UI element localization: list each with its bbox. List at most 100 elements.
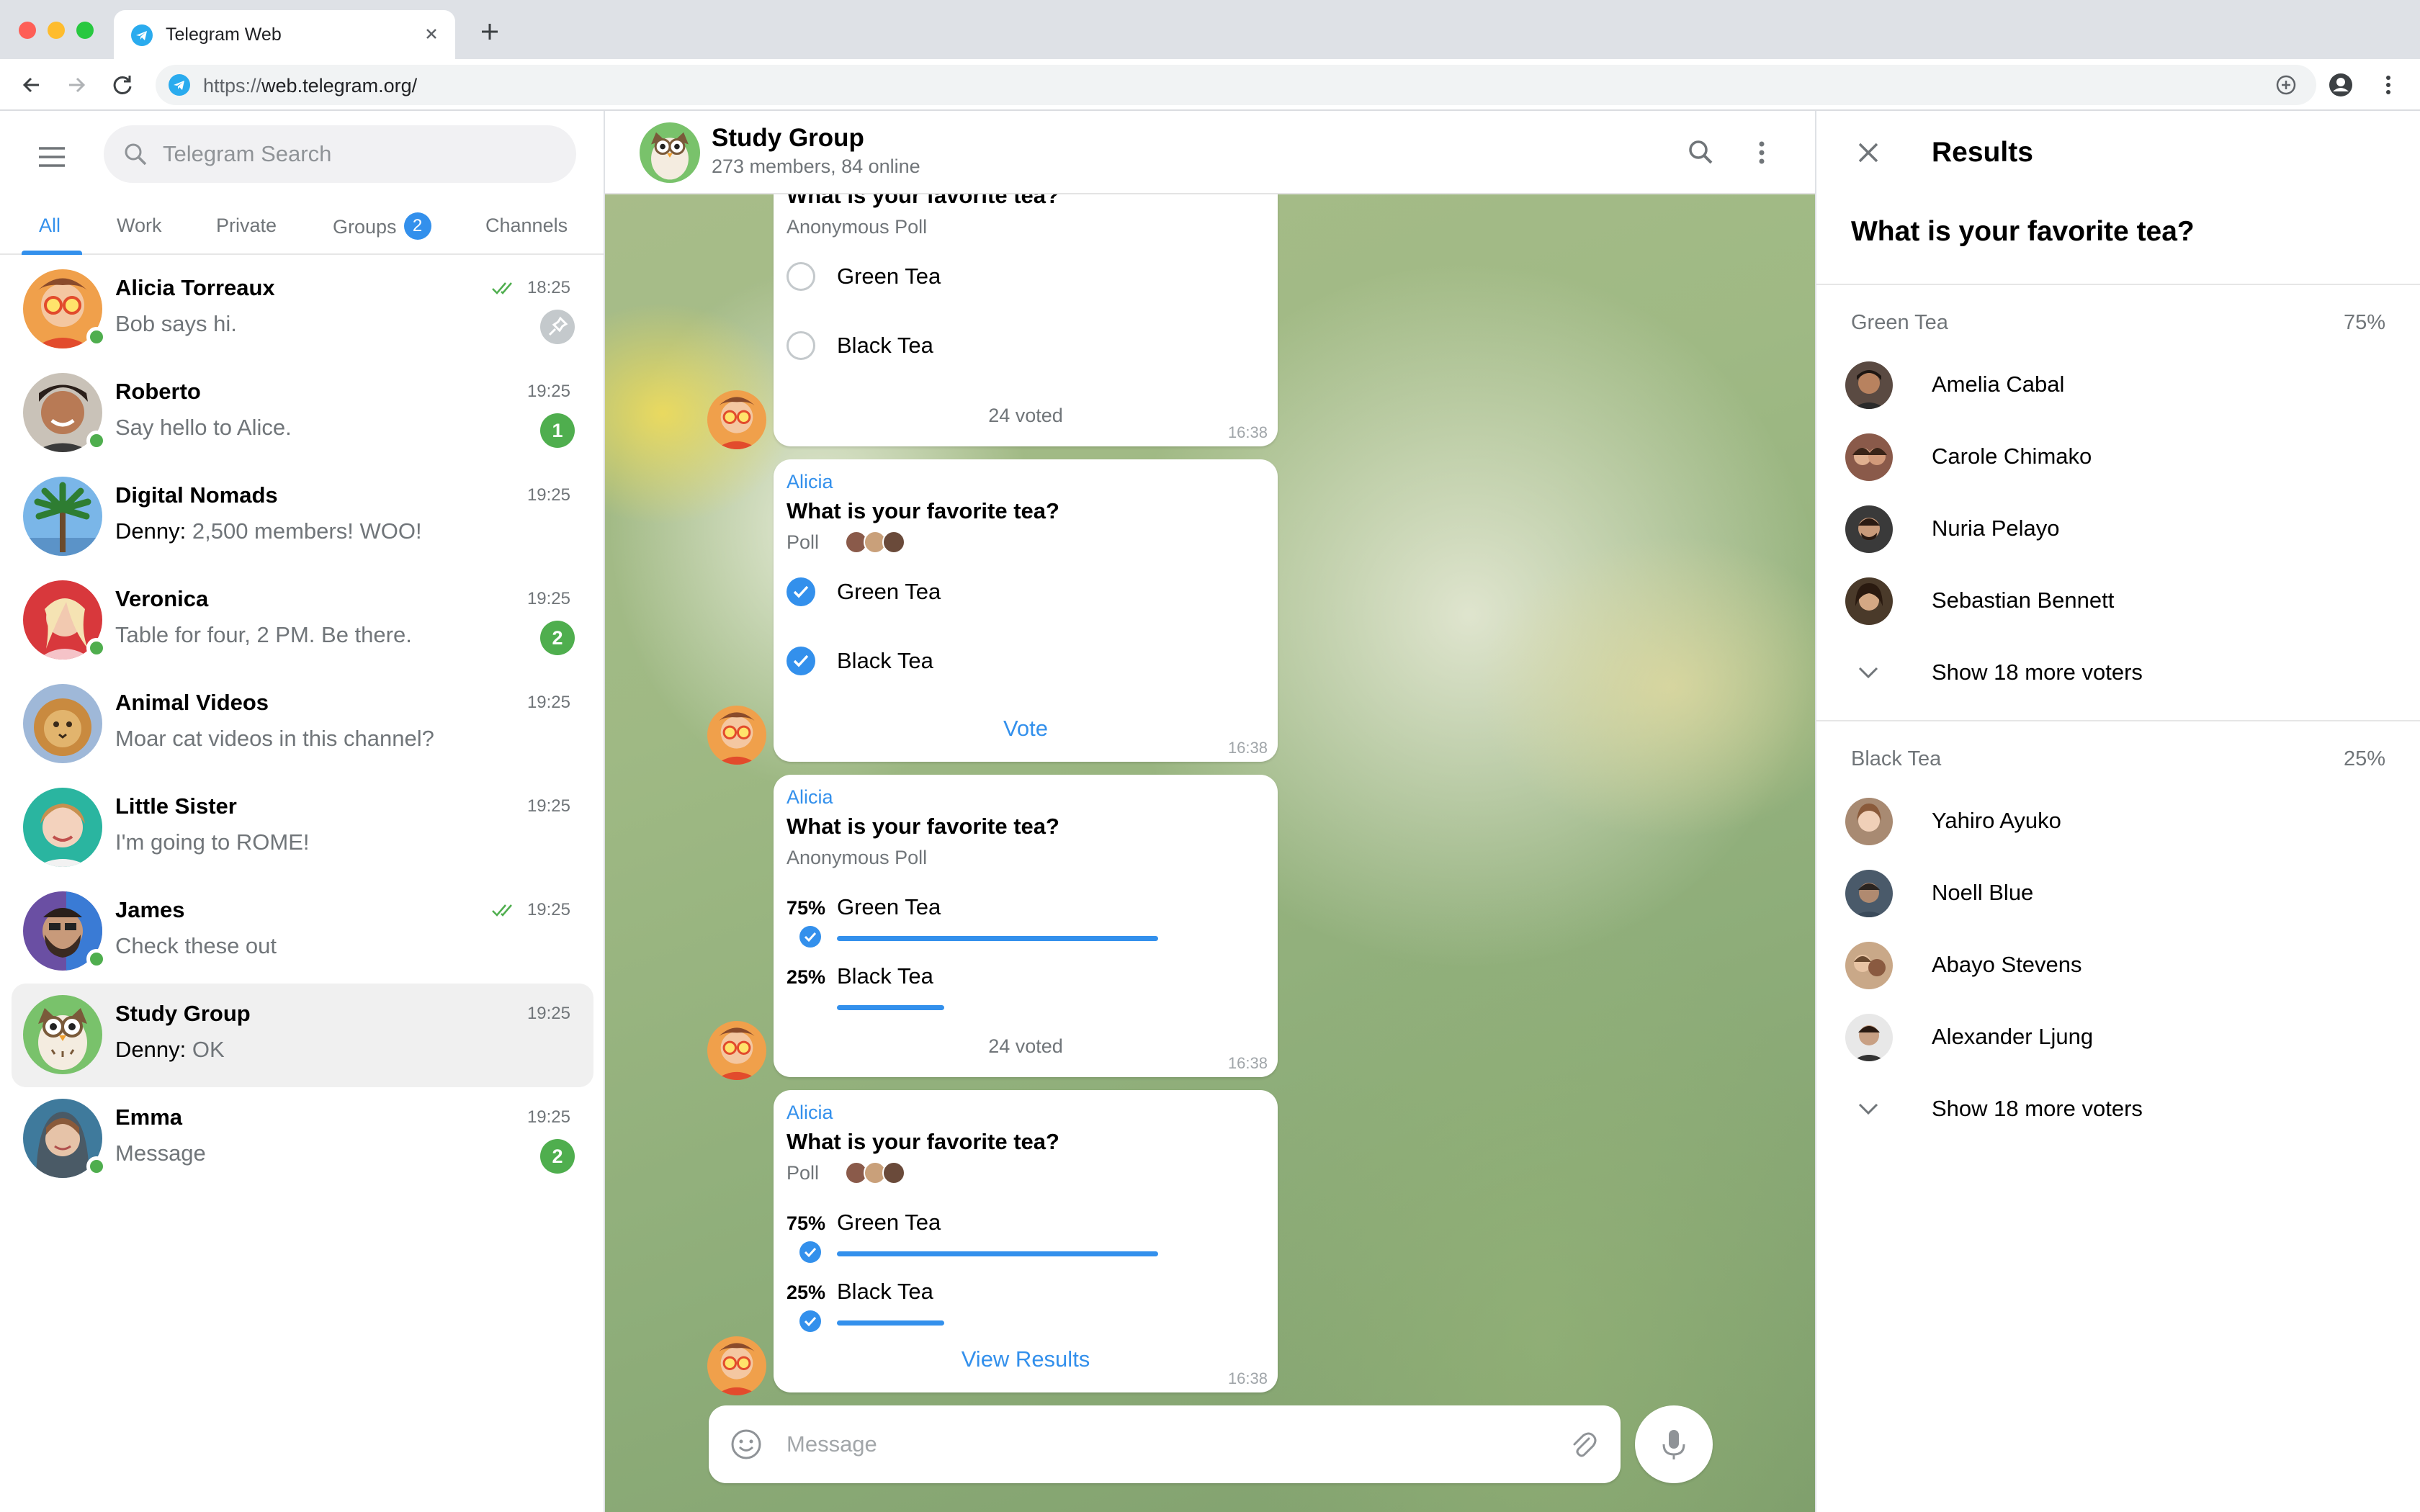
close-icon[interactable] [1851,135,1886,170]
browser-tab[interactable]: Telegram Web [114,10,455,59]
voter-avatar[interactable] [1845,361,1893,409]
search-box[interactable] [104,125,576,183]
chat-title: Study Group [712,124,864,152]
poll-option-radio[interactable] [786,262,815,291]
voice-record-button[interactable] [1635,1405,1713,1483]
search-icon [121,140,150,168]
chat-time: 19:25 [526,900,570,919]
back-arrow-icon[interactable] [17,71,46,99]
chat-last-message: Check these out [115,933,277,958]
site-favicon-icon [169,74,190,96]
voter-name[interactable]: Sebastian Bennett [1932,588,2114,613]
recent-voters-avatars [844,1161,913,1185]
unread-count-badge: 2 [540,621,575,655]
online-indicator [86,431,107,451]
pin-icon [540,310,575,344]
more-menu-icon[interactable] [1744,135,1779,170]
poll-option-checkbox[interactable] [786,577,815,606]
message-time: 16:38 [1227,423,1268,441]
sender-avatar[interactable] [707,706,766,765]
chat-last-message: Message [115,1140,206,1166]
tab-channels[interactable]: Channels [485,215,568,237]
voter-name[interactable]: Noell Blue [1932,880,2033,906]
browser-menu-icon[interactable] [2374,71,2403,99]
new-tab-icon[interactable] [477,19,503,45]
results-option-label: Black Tea [1851,747,1942,770]
poll-message: Alicia What is your favorite tea? Poll G… [774,459,1278,762]
tab-work[interactable]: Work [117,215,162,237]
telegram-favicon-icon [131,24,153,46]
window-close-button[interactable] [19,22,36,39]
search-icon[interactable] [1684,135,1718,170]
chat-item-digital-nomads[interactable]: Digital Nomads 19:25 Denny: 2,500 member… [12,465,593,569]
voter-avatar[interactable] [1845,505,1893,553]
voter-avatar[interactable] [1845,577,1893,625]
chat-last-message: Say hello to Alice. [115,415,292,440]
install-app-icon[interactable] [2272,71,2300,99]
chevron-down-icon [1854,658,1883,687]
chat-item-james[interactable]: James 19:25 Check these out [12,880,593,984]
message-sender: Alicia [786,1102,833,1123]
divider [1816,720,2420,721]
sender-avatar[interactable] [707,1336,766,1395]
voter-avatar[interactable] [1845,942,1893,989]
hamburger-menu-icon[interactable] [35,140,69,174]
voter-name[interactable]: Yahiro Ayuko [1932,808,2061,834]
voter-name[interactable]: Amelia Cabal [1932,372,2064,397]
sender-avatar[interactable] [707,390,766,449]
tab-groups[interactable]: Groups 2 [333,212,431,242]
voter-avatar[interactable] [1845,1014,1893,1061]
show-more-voters-button[interactable]: Show 18 more voters [1932,660,2143,685]
address-bar[interactable]: https://web.telegram.org/ [156,65,2316,105]
message-sender: Alicia [786,786,833,808]
poll-option-checkbox[interactable] [786,647,815,675]
sender-avatar[interactable] [707,1021,766,1080]
poll-result-label: Green Tea [837,894,941,919]
profile-icon[interactable] [2326,71,2355,99]
results-option-label: Green Tea [1851,311,1948,334]
chat-item-veronica[interactable]: Veronica 19:25 Table for four, 2 PM. Be … [12,569,593,672]
chat-name: Emma [115,1104,183,1130]
poll-option-radio[interactable] [786,331,815,360]
attach-icon[interactable] [1566,1427,1600,1462]
chat-item-alicia-torreaux[interactable]: Alicia Torreaux 18:25 Bob says hi. [12,258,593,361]
search-input[interactable] [163,125,566,183]
poll-option-label: Green Tea [837,579,941,604]
voter-name[interactable]: Nuria Pelayo [1932,516,2059,541]
chat-item-animal-videos[interactable]: Animal Videos 19:25 Moar cat videos in t… [12,672,593,776]
tab-private[interactable]: Private [216,215,277,237]
avatar [23,995,102,1074]
voter-name[interactable]: Abayo Stevens [1932,952,2082,978]
groups-count-badge: 2 [403,212,431,240]
chat-item-roberto[interactable]: Roberto 19:25 Say hello to Alice. 1 [12,361,593,465]
message-time: 16:38 [1227,1054,1268,1072]
poll-result-label: Black Tea [837,963,933,989]
voter-name[interactable]: Carole Chimako [1932,444,2092,469]
tab-all[interactable]: All [39,215,60,237]
window-minimize-button[interactable] [48,22,65,39]
window-zoom-button[interactable] [76,22,94,39]
forward-arrow-icon[interactable] [62,71,91,99]
reload-icon[interactable] [108,71,137,99]
voter-avatar[interactable] [1845,870,1893,917]
chat-time: 19:25 [526,589,570,608]
message-input[interactable] [786,1405,1528,1483]
chat-item-emma[interactable]: Emma 19:25 Message 2 [12,1087,593,1191]
emoji-icon[interactable] [729,1427,763,1462]
group-avatar[interactable] [640,122,700,183]
voter-name[interactable]: Alexander Ljung [1932,1024,2093,1050]
chat-item-little-sister[interactable]: Little Sister 19:25 I'm going to ROME! [12,776,593,880]
chat-time: 19:25 [526,1004,570,1023]
voter-avatar[interactable] [1845,433,1893,481]
poll-result-bar [837,1320,944,1326]
chat-header[interactable]: Study Group 273 members, 84 online [605,111,1815,194]
poll-result-bar [837,936,1158,941]
chat-item-study-group[interactable]: Study Group 19:25 Denny: OK [12,984,593,1087]
tab-close-icon[interactable] [418,20,445,48]
view-results-button[interactable]: View Results [774,1346,1278,1372]
show-more-voters-button[interactable]: Show 18 more voters [1932,1096,2143,1122]
poll-option-label: Black Tea [837,648,933,673]
voter-avatar[interactable] [1845,798,1893,845]
vote-button[interactable]: Vote [774,716,1278,742]
poll-question: What is your favorite tea? [1851,216,2195,247]
